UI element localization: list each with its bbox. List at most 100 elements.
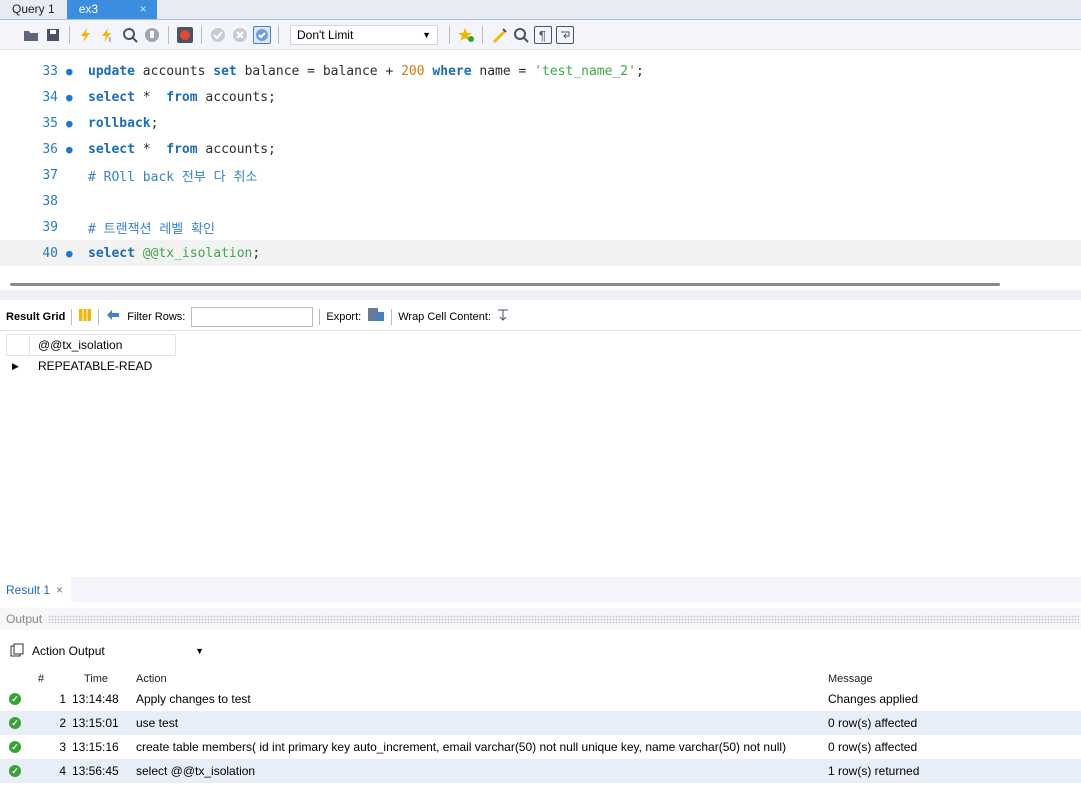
- explain-icon[interactable]: [121, 26, 139, 44]
- row-action: use test: [136, 716, 179, 730]
- output-row[interactable]: ✓ 3 13:15:16 create table members( id int p…: [0, 735, 1081, 759]
- grid-layout-icon[interactable]: [78, 308, 92, 325]
- success-check-icon: ✓: [9, 717, 21, 729]
- row-message: 0 row(s) affected: [828, 740, 918, 754]
- code-line[interactable]: 35 ● rollback;: [0, 110, 1081, 136]
- action-output-table: # Time Action Message ✓ 1 13:14:48 Apply ch…: [0, 671, 1081, 783]
- row-number: 4: [59, 764, 66, 778]
- code-line[interactable]: 40 ● select @@tx_isolation;: [0, 240, 1081, 266]
- line-number: 40: [42, 245, 58, 261]
- result-grid-label[interactable]: Result Grid: [6, 311, 65, 323]
- code-token: *: [142, 141, 159, 157]
- code-token: set: [213, 63, 237, 79]
- line-number: 38: [42, 193, 58, 209]
- tab-ex3[interactable]: ex3 ×: [66, 0, 157, 19]
- toolbar-separator: [168, 25, 169, 44]
- toolbar-separator: [71, 308, 73, 325]
- export-label: Export:: [326, 310, 362, 323]
- code-text: update accounts set balance = balance + …: [88, 64, 644, 79]
- code-line[interactable]: 39 # 트랜잭션 레벨 확인: [0, 214, 1081, 240]
- save-icon[interactable]: [44, 26, 62, 44]
- autocommit-toggle-icon[interactable]: [253, 25, 271, 44]
- output-row[interactable]: ✓ 2 13:15:01 use test 0 row(s) affected: [0, 711, 1081, 735]
- invisible-chars-icon[interactable]: ¶: [534, 25, 552, 44]
- col-action-header: Action: [136, 673, 167, 685]
- refresh-icon[interactable]: [105, 308, 121, 325]
- output-row[interactable]: ✓ 1 13:14:48 Apply changes to test Changes a…: [0, 687, 1081, 711]
- grid-cell[interactable]: REPEATABLE-READ: [30, 359, 152, 373]
- code-token: update: [88, 63, 135, 79]
- code-token: ;: [150, 115, 159, 131]
- code-token: ;: [635, 63, 644, 79]
- svg-text:¶: ¶: [539, 28, 546, 42]
- filter-rows-label: Filter Rows:: [127, 310, 186, 323]
- word-wrap-icon[interactable]: [556, 25, 574, 44]
- toolbar-separator: [69, 25, 70, 44]
- code-line[interactable]: 38: [0, 188, 1081, 214]
- row-number: 1: [59, 692, 66, 706]
- success-check-icon: ✓: [9, 741, 21, 753]
- rollback-icon[interactable]: [231, 26, 249, 44]
- limit-rows-select[interactable]: Don't Limit ▼: [290, 24, 438, 45]
- code-token: ;: [252, 245, 261, 261]
- execute-icon[interactable]: [77, 26, 95, 44]
- code-line[interactable]: 36 ● select * from accounts;: [0, 136, 1081, 162]
- output-panel-header: Output: [0, 608, 1081, 630]
- row-time: 13:15:16: [72, 740, 119, 754]
- code-line[interactable]: 37 # ROll back 전부 다 취소: [0, 162, 1081, 188]
- code-token: from: [166, 89, 198, 105]
- code-token: select: [88, 141, 135, 157]
- tab-query-1[interactable]: Query 1: [0, 0, 67, 19]
- grid-row[interactable]: ▶ REPEATABLE-READ: [6, 356, 176, 376]
- line-number: 37: [42, 167, 58, 183]
- code-text: select @@tx_isolation;: [88, 246, 260, 261]
- line-number: 36: [42, 141, 58, 157]
- grid-corner: [6, 334, 30, 356]
- copy-icon[interactable]: [10, 643, 24, 660]
- code-text: select * from accounts;: [88, 90, 276, 105]
- stop-on-error-icon[interactable]: [176, 26, 194, 44]
- code-line[interactable]: 33 ● update accounts set balance = balance…: [0, 58, 1081, 84]
- wrap-toggle-icon[interactable]: [497, 309, 509, 324]
- line-number: 34: [42, 89, 58, 105]
- export-icon[interactable]: [367, 307, 385, 326]
- row-message: Changes applied: [828, 692, 919, 706]
- panel-splitter[interactable]: [0, 290, 1081, 300]
- row-time: 13:15:01: [72, 716, 119, 730]
- success-check-icon: ✓: [9, 765, 21, 777]
- statement-marker-icon: ●: [66, 64, 73, 78]
- code-token: accounts: [142, 63, 206, 79]
- code-token: 200: [401, 63, 425, 79]
- beautify-icon[interactable]: [490, 26, 508, 44]
- line-number: 39: [42, 219, 58, 235]
- sql-editor[interactable]: 33 ● update accounts set balance = balance…: [0, 58, 1081, 270]
- find-icon[interactable]: [512, 26, 530, 44]
- filter-rows-input[interactable]: [191, 306, 314, 327]
- svg-text:I: I: [109, 37, 111, 43]
- code-line[interactable]: 34 ● select * from accounts;: [0, 84, 1081, 110]
- tab-result-1[interactable]: Result 1 ×: [0, 577, 72, 602]
- code-text: rollback;: [88, 116, 158, 131]
- row-action: select @@tx_isolation: [136, 764, 256, 778]
- output-type-dropdown[interactable]: Action Output ▼: [32, 644, 208, 658]
- row-action: create table members( id int primary key…: [136, 740, 787, 754]
- grid-column-header[interactable]: @@tx_isolation: [30, 334, 176, 356]
- open-folder-icon[interactable]: [22, 26, 40, 44]
- output-row[interactable]: ✓ 4 13:56:45 select @@tx_isolation 1 row(s) …: [0, 759, 1081, 783]
- result-tabs: Result 1 ×: [0, 577, 1081, 602]
- stop-icon[interactable]: [143, 26, 161, 44]
- editor-horizontal-scrollbar[interactable]: [10, 283, 1000, 286]
- close-icon[interactable]: ×: [140, 2, 147, 16]
- close-icon[interactable]: ×: [56, 583, 63, 597]
- row-message: 0 row(s) affected: [828, 716, 918, 730]
- output-title: Output: [6, 612, 43, 626]
- statement-marker-icon: ●: [66, 246, 73, 260]
- row-action: Apply changes to test: [136, 692, 251, 706]
- commit-icon[interactable]: [209, 26, 227, 44]
- row-time: 13:14:48: [72, 692, 119, 706]
- add-snippet-icon[interactable]: [457, 26, 475, 44]
- execute-current-icon[interactable]: I: [99, 26, 117, 44]
- code-text: # ROll back 전부 다 취소: [88, 166, 257, 185]
- result-tab-label: Result 1: [6, 582, 51, 597]
- query-tab-bar: Query 1 ex3 ×: [0, 0, 1081, 20]
